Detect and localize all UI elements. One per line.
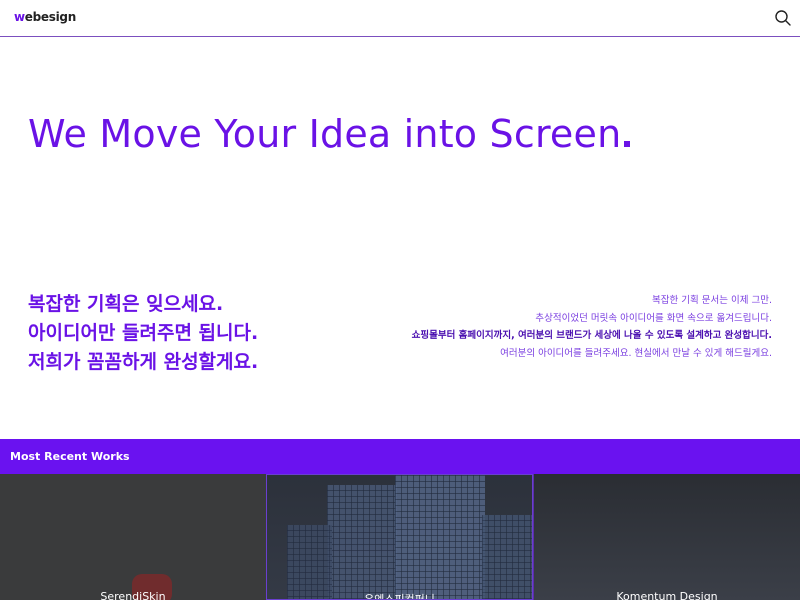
building-image <box>327 485 397 599</box>
logo-text: ebesign <box>24 10 76 24</box>
site-header: webesign <box>0 0 800 37</box>
work-card-title: SerendiSkin <box>100 590 166 600</box>
lead-line: 복잡한 기획은 잊으세요. <box>28 293 224 315</box>
work-card-title: 유엔스피컴퍼니 <box>364 593 435 600</box>
work-card-komentum[interactable]: Komentum Design <box>533 474 800 600</box>
description-line-strong: 쇼핑몰부터 홈페이지까지, 여러분의 브랜드가 세상에 나올 수 있도록 설계하… <box>411 330 772 341</box>
description-line: 여러분의 아이디어를 들려주세요. 현실에서 만날 수 있게 해드릴게요. <box>500 347 772 359</box>
building-image <box>482 515 532 599</box>
building-image <box>395 475 485 599</box>
building-image <box>287 525 332 599</box>
logo[interactable]: webesign <box>14 10 76 24</box>
works-gallery: SerendiSkin 유엔스피컴퍼니 Komentum Design <box>0 474 800 600</box>
lead-text: 복잡한 기획은 잊으세요. 아이디어만 들려주면 됩니다. 저희가 꼼꼼하게 완… <box>28 290 258 377</box>
works-section-title: Most Recent Works <box>10 450 130 463</box>
description-line: 추상적이었던 머릿속 아이디어를 화면 속으로 옮겨드립니다. <box>535 312 772 324</box>
hero-title: We Move Your Idea into Screen <box>28 112 631 156</box>
lead-line: 저희가 꼼꼼하게 완성할게요. <box>28 351 259 373</box>
work-card-title: Komentum Design <box>616 590 718 600</box>
search-button[interactable] <box>774 9 792 27</box>
description-line: 복잡한 기획 문서는 이제 그만. <box>652 295 772 306</box>
hero-title-text: We Move Your Idea into Screen <box>28 112 622 156</box>
hero-title-dot <box>624 141 631 147</box>
works-header-bar: Most Recent Works <box>0 439 800 474</box>
work-card-unsp[interactable]: 유엔스피컴퍼니 <box>266 474 533 600</box>
logo-mark: w <box>14 10 25 24</box>
search-icon <box>775 10 791 26</box>
work-card-serendiskin[interactable]: SerendiSkin <box>0 474 266 600</box>
lead-line: 아이디어만 들려주면 됩니다. <box>28 322 259 344</box>
description: 복잡한 기획 문서는 이제 그만. 추상적이었던 머릿속 아이디어를 화면 속으… <box>352 292 772 362</box>
